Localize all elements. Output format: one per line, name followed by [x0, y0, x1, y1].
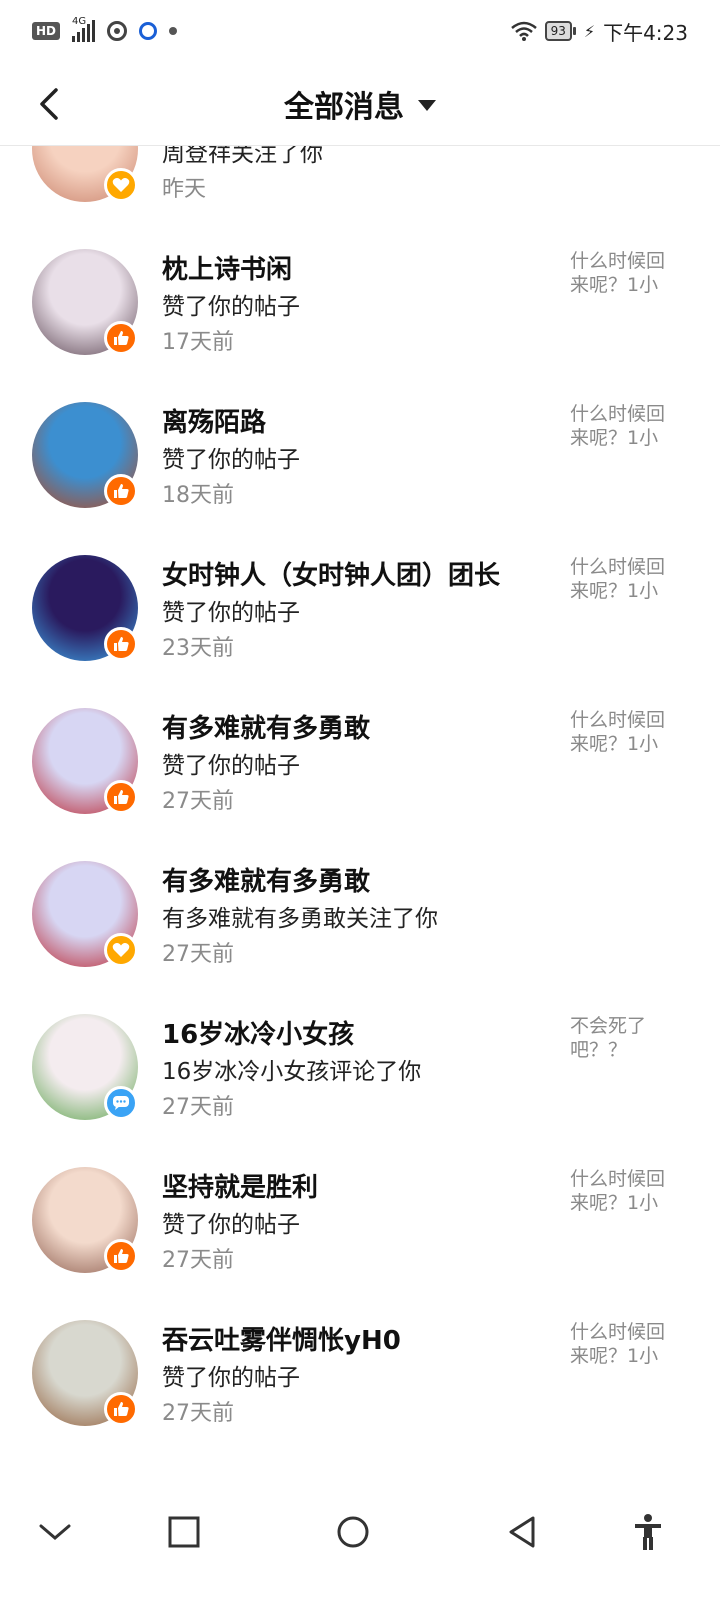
sender-name: 枕上诗书闲	[162, 255, 293, 285]
post-preview: 什么时候回来呢？1小	[570, 709, 666, 755]
charging-icon: ⚡	[583, 21, 596, 41]
sender-name: 坚持就是胜利	[162, 1173, 319, 1203]
sender-name: 吞云吐雾伴惆怅yH0	[162, 1326, 401, 1356]
timestamp: 27天前	[162, 1401, 234, 1426]
triangle-back-icon	[509, 1516, 535, 1548]
follow-icon	[104, 933, 138, 967]
follow-icon	[104, 168, 138, 202]
message-item[interactable]: 坚持就是胜利赞了你的帖子 27天前 什么时候回来呢？1小	[0, 1167, 720, 1320]
message-filter-dropdown[interactable]: 全部消息	[0, 62, 720, 146]
comment-icon	[104, 1086, 138, 1120]
signal-icon: 4G	[72, 16, 96, 42]
timestamp: 27天前	[162, 942, 234, 967]
post-preview: 什么时候回来呢？1小	[570, 1321, 666, 1367]
timestamp: 27天前	[162, 789, 234, 814]
post-preview: 什么时候回来呢？1小	[570, 250, 666, 296]
post-preview: 什么时候回来呢？1小	[570, 403, 666, 449]
accessibility-button[interactable]	[618, 1502, 678, 1562]
like-icon	[104, 474, 138, 508]
message-item[interactable]: 吞云吐雾伴惆怅yH0 赞了你的帖子 27天前 什么时候回来呢？1小	[0, 1320, 720, 1473]
hd-indicator: HD	[32, 22, 61, 40]
action-text: 周登祥关注了你	[162, 146, 323, 167]
action-text: 赞了你的帖子	[162, 294, 300, 320]
action-text: 赞了你的帖子	[162, 753, 300, 779]
nav-collapse-button[interactable]	[25, 1502, 85, 1562]
more-notifications-icon	[169, 27, 178, 35]
action-text: 16岁冰冷小女孩评论了你	[162, 1059, 422, 1085]
accessibility-icon	[635, 1514, 661, 1550]
nav-recents-button[interactable]	[154, 1502, 214, 1562]
page-title: 全部消息	[284, 90, 404, 125]
action-text: 赞了你的帖子	[162, 447, 300, 473]
timestamp: 27天前	[162, 1248, 234, 1273]
timestamp: 23天前	[162, 636, 234, 661]
action-text: 有多难就有多勇敢关注了你	[162, 906, 438, 932]
sender-name: 有多难就有多勇敢	[162, 714, 371, 744]
post-preview: 什么时候回来呢？1小	[570, 556, 666, 602]
status-bar: HD 4G 93 ⚡ 下午4:23	[0, 0, 720, 62]
timestamp: 昨天	[162, 177, 207, 202]
network-type: 4G	[72, 16, 87, 27]
timestamp: 18天前	[162, 483, 234, 508]
like-icon	[104, 321, 138, 355]
sender-name: 女时钟人（女时钟人团）团长	[162, 561, 501, 591]
message-item[interactable]: 16岁冰冷小女孩 16岁冰冷小女孩评论了你 27天前 不会死了吧？？	[0, 1014, 720, 1167]
post-preview: 不会死了吧？？	[570, 1015, 647, 1061]
like-icon	[104, 1239, 138, 1273]
sender-name: 有多难就有多勇敢	[162, 867, 371, 897]
nav-home-button[interactable]	[323, 1502, 383, 1562]
post-preview: 什么时候回来呢？1小	[570, 1168, 666, 1214]
sender-name: 16岁冰冷小女孩	[162, 1020, 355, 1050]
battery-level: 93	[544, 21, 572, 41]
nav-back-button[interactable]	[492, 1502, 552, 1562]
message-list[interactable]: 周登祥关注了你 昨天 枕上诗书闲 赞了你的帖子 17天前 什么时候回来呢？1小 离殇陌路 赞了…	[0, 146, 720, 1480]
message-item[interactable]: 有多难就有多勇敢赞了你的帖子 27天前 什么时候回来呢？1小	[0, 708, 720, 861]
clock: 下午4:23	[603, 20, 688, 45]
circle-home-icon	[337, 1516, 369, 1548]
like-icon	[104, 1392, 138, 1426]
action-text: 赞了你的帖子	[162, 1212, 300, 1238]
message-item[interactable]: 女时钟人（女时钟人团）团长赞了你的帖子 23天前 什么时候回来呢？1小	[0, 555, 720, 708]
message-item[interactable]: 枕上诗书闲赞了你的帖子 17天前 什么时候回来呢？1小	[0, 249, 720, 402]
record-icon	[107, 21, 128, 41]
dropdown-caret-icon	[418, 100, 436, 111]
system-nav-bar	[0, 1480, 720, 1600]
action-text: 赞了你的帖子	[162, 600, 300, 626]
message-item[interactable]: 离殇陌路赞了你的帖子 18天前 什么时候回来呢？1小	[0, 402, 720, 555]
message-item[interactable]: 有多难就有多勇敢有多难就有多勇敢关注了你 27天前	[0, 861, 720, 1014]
battery-icon: 93	[544, 21, 576, 41]
chevron-down-icon	[39, 1524, 71, 1540]
timestamp: 27天前	[162, 1095, 234, 1120]
square-icon	[168, 1516, 200, 1548]
like-icon	[104, 627, 138, 661]
timestamp: 17天前	[162, 330, 234, 355]
like-icon	[104, 780, 138, 814]
app-notification-icon	[139, 22, 158, 40]
header: 全部消息	[0, 62, 720, 146]
message-item[interactable]: 周登祥关注了你 昨天	[0, 146, 720, 249]
action-text: 赞了你的帖子	[162, 1365, 300, 1391]
sender-name: 离殇陌路	[162, 408, 267, 438]
wifi-icon	[510, 21, 537, 41]
